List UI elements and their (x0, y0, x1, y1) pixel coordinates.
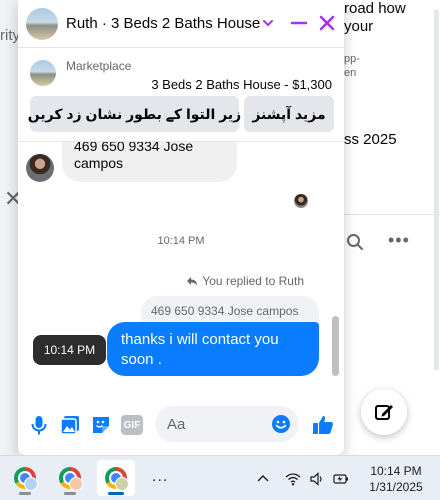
background-divider (342, 214, 440, 215)
outgoing-message[interactable]: thanks i will contact you soon . (107, 322, 319, 376)
sticker-icon[interactable] (90, 414, 112, 436)
chat-window: Ruth · 3 Beds 2 Baths House Marketplace … (18, 0, 344, 455)
taskbar-more[interactable]: ... (152, 468, 168, 486)
background-snippet-1: road how your (344, 0, 406, 36)
message-input-placeholder: Aa (167, 416, 186, 433)
clock-date: 1/31/2025 (369, 480, 423, 494)
profile-badge-icon (115, 477, 129, 491)
taskbar-chrome-profile-1[interactable] (6, 460, 44, 496)
background-snippet-2a: pp- (344, 53, 360, 65)
background-snippet-1b: your (344, 18, 374, 35)
running-indicator (19, 492, 31, 495)
chevron-up-icon[interactable] (255, 471, 271, 487)
chat-header[interactable]: Ruth · 3 Beds 2 Baths House (18, 0, 344, 48)
profile-badge-icon (69, 477, 83, 491)
seen-indicator-avatar (294, 194, 308, 208)
background-snippet-3: ss 2025 (344, 131, 397, 148)
emoji-icon[interactable] (271, 414, 291, 434)
profile-badge-icon (24, 477, 38, 491)
running-indicator (64, 492, 76, 495)
replied-label: You replied to Ruth (186, 274, 304, 288)
message-composer: GIF Aa (18, 396, 344, 455)
background-left-strip (0, 0, 18, 455)
incoming-message-line-2: campos (74, 155, 124, 171)
background-left-text: rity (0, 27, 20, 44)
gif-icon[interactable]: GIF (121, 415, 143, 435)
message-input[interactable]: Aa (155, 406, 299, 442)
background-scrollbar[interactable] (434, 10, 439, 370)
listing-thumbnail[interactable] (30, 60, 56, 86)
more-icon[interactable]: ••• (388, 230, 410, 251)
reply-icon (187, 277, 198, 286)
background-snippet-2b: en (344, 67, 357, 79)
minimize-icon[interactable] (290, 14, 308, 32)
system-clock[interactable]: 10:14 PM 1/31/2025 (364, 463, 428, 495)
chevron-down-icon[interactable] (262, 17, 274, 29)
more-options-button[interactable]: مزید آپشنز (244, 96, 334, 132)
marketplace-listing: Marketplace 3 Beds 2 Baths House - $1,30… (18, 48, 344, 142)
background-right-panel: road how your pp- en ss 2025 ••• (342, 0, 440, 455)
listing-title[interactable]: 3 Beds 2 Baths House - $1,300 (151, 77, 332, 92)
sender-avatar[interactable] (26, 154, 54, 182)
listing-kicker: Marketplace (66, 59, 132, 73)
new-message-button[interactable] (361, 389, 407, 435)
taskbar: ... 10:14 PM 1/31/2025 (0, 455, 440, 500)
thumbs-up-icon[interactable] (311, 413, 335, 437)
wifi-icon[interactable] (285, 471, 301, 487)
active-indicator (108, 492, 124, 495)
clock-time: 10:14 PM (370, 464, 422, 478)
background-snippet-2: pp- en (344, 52, 360, 80)
photo-icon[interactable] (59, 414, 81, 436)
chat-title[interactable]: Ruth · 3 Beds 2 Baths House (66, 15, 260, 32)
message-timestamp: 10:14 PM (157, 235, 205, 247)
search-icon[interactable] (346, 233, 364, 251)
message-thread[interactable]: 469 650 9334 Jose campos 10:14 PM You re… (18, 142, 344, 396)
close-icon[interactable] (318, 14, 336, 32)
microphone-icon[interactable] (28, 414, 50, 436)
message-scrollbar[interactable] (332, 316, 339, 376)
volume-icon[interactable] (309, 471, 325, 487)
taskbar-chrome-profile-2[interactable] (51, 460, 89, 496)
time-tooltip: 10:14 PM (33, 335, 106, 365)
incoming-message-line-1: 469 650 9334 Jose (74, 142, 194, 154)
replied-text: You replied to Ruth (202, 274, 304, 288)
compose-icon (375, 405, 393, 420)
incoming-message[interactable]: 469 650 9334 Jose campos (62, 142, 237, 182)
battery-icon[interactable] (333, 471, 349, 487)
chat-avatar[interactable] (26, 8, 58, 40)
taskbar-chrome-profile-3[interactable] (97, 460, 135, 496)
background-snippet-1a: road how (344, 0, 406, 17)
mark-as-pending-button[interactable]: زیر التوا کے بطور نشان زد کریں (28, 96, 241, 132)
